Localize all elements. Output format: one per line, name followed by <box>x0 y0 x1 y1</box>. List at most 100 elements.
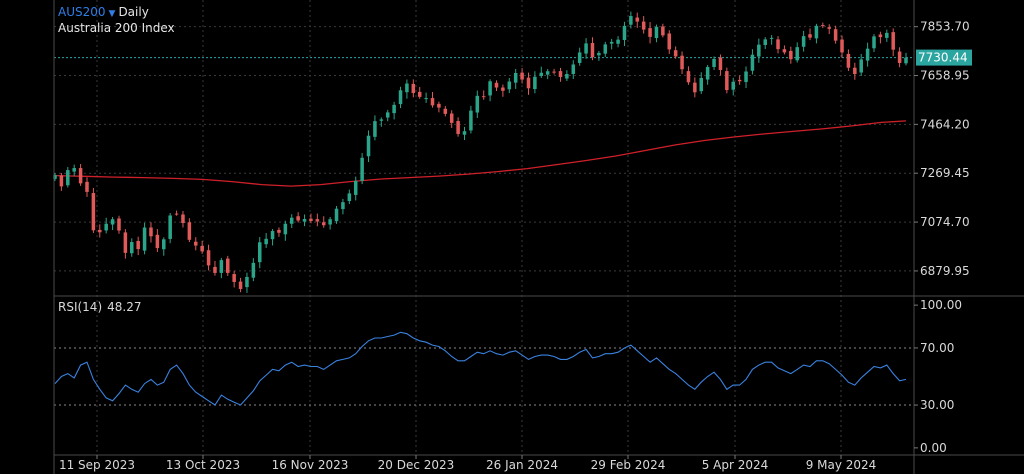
candle-body <box>769 37 774 39</box>
timeframe-label[interactable]: Daily <box>118 5 148 19</box>
rsi-tick-label: 70.00 <box>920 341 954 355</box>
candle-body <box>321 222 326 226</box>
candle-body <box>763 39 767 46</box>
chart-canvas[interactable]: 7853.70 7658.95 7464.20 7269.45 7074.70 6879.… <box>0 0 1024 474</box>
candle-body <box>622 25 627 41</box>
candle-body <box>673 50 678 57</box>
candle-body <box>238 281 243 289</box>
candle-body <box>539 72 544 77</box>
candle-body <box>373 121 377 137</box>
candle-body <box>577 52 582 63</box>
date-tick-label: 20 Dec 2023 <box>378 458 455 472</box>
candle-body <box>162 239 166 250</box>
candle-body <box>584 43 588 54</box>
chart-axes <box>53 0 1024 474</box>
candle-body <box>494 82 499 88</box>
candle-body <box>686 71 691 83</box>
candle-body <box>347 193 352 202</box>
candle-body <box>520 72 524 80</box>
candle-body <box>865 48 870 61</box>
date-tick-label: 11 Sep 2023 <box>59 458 135 472</box>
candle-body <box>206 250 211 266</box>
candle-body <box>853 67 857 74</box>
candle-body <box>814 25 819 39</box>
candle-body <box>98 229 102 233</box>
candle-body <box>85 181 89 192</box>
candle-body <box>750 54 755 71</box>
candle-body <box>904 57 908 64</box>
candle-body <box>680 55 684 70</box>
candle-body <box>270 231 275 240</box>
price-tick-label: 7464.20 <box>920 117 970 131</box>
symbol-header[interactable]: AUS200 ▼ Daily <box>58 5 149 19</box>
price-tick-label: 7074.70 <box>920 215 970 229</box>
candle-body <box>257 242 262 263</box>
rsi-tick-label: 100.00 <box>920 298 962 312</box>
candle-body <box>443 108 448 114</box>
candle-body <box>462 131 467 135</box>
candle-body <box>430 98 435 106</box>
candle-body <box>891 32 895 50</box>
candle-body <box>725 71 729 91</box>
date-tick-label: 13 Oct 2023 <box>166 458 240 472</box>
candle-body <box>251 262 256 278</box>
candle-body <box>885 32 889 38</box>
candle-body <box>136 240 140 250</box>
current-price-label: 7730.44 <box>918 51 968 65</box>
candle-body <box>328 219 332 225</box>
candle-body <box>878 34 883 38</box>
candle-body <box>449 113 454 123</box>
candle-body <box>872 36 876 49</box>
candle-body <box>545 71 550 75</box>
candle-body <box>821 25 825 27</box>
candle-body <box>712 58 716 67</box>
candle-body <box>130 242 134 254</box>
candle-body <box>219 260 224 273</box>
candle-body <box>104 223 108 231</box>
candle-body <box>667 33 672 50</box>
candle-body <box>737 79 742 82</box>
candle-body <box>142 227 147 251</box>
candle-body <box>155 234 160 249</box>
candle-body <box>757 44 761 57</box>
candle-body <box>552 71 556 73</box>
candle-body <box>782 49 787 53</box>
date-tick-label: 16 Nov 2023 <box>272 458 349 472</box>
candle-body <box>789 50 793 60</box>
rsi-layer <box>54 331 913 406</box>
price-tick-label: 6879.95 <box>920 264 970 278</box>
candle-body <box>194 241 198 246</box>
instrument-name: Australia 200 Index <box>58 21 175 35</box>
candle-body <box>200 245 204 252</box>
candle-body <box>590 43 595 58</box>
candle-body <box>699 78 704 92</box>
candle-body <box>341 202 345 210</box>
candle-body <box>117 218 121 231</box>
candle-body <box>181 214 185 224</box>
candle-body <box>302 218 307 222</box>
candle-body <box>827 27 831 29</box>
candle-body <box>296 216 300 221</box>
candle-body <box>609 41 614 44</box>
symbol-label[interactable]: AUS200 <box>58 5 106 19</box>
candle-body <box>641 21 646 30</box>
candle-body <box>661 26 665 36</box>
candle-body <box>833 29 838 41</box>
candle-body <box>693 82 697 93</box>
candle-body <box>78 168 83 184</box>
rsi-label: RSI(14) <box>58 300 103 314</box>
date-tick-label: 29 Feb 2024 <box>591 458 666 472</box>
moving-average-layer <box>54 57 913 187</box>
candle-body <box>635 17 640 22</box>
candle-body <box>481 96 486 98</box>
candle-body <box>398 90 403 105</box>
candle-body <box>213 266 217 273</box>
candle-body <box>840 39 844 53</box>
candle-body <box>232 274 236 282</box>
candle-body <box>629 16 633 25</box>
caret-down-icon[interactable]: ▼ <box>109 9 116 19</box>
candle-body <box>501 87 505 91</box>
candle-body <box>475 95 480 113</box>
candle-body <box>174 213 179 215</box>
candle-body <box>731 81 736 90</box>
